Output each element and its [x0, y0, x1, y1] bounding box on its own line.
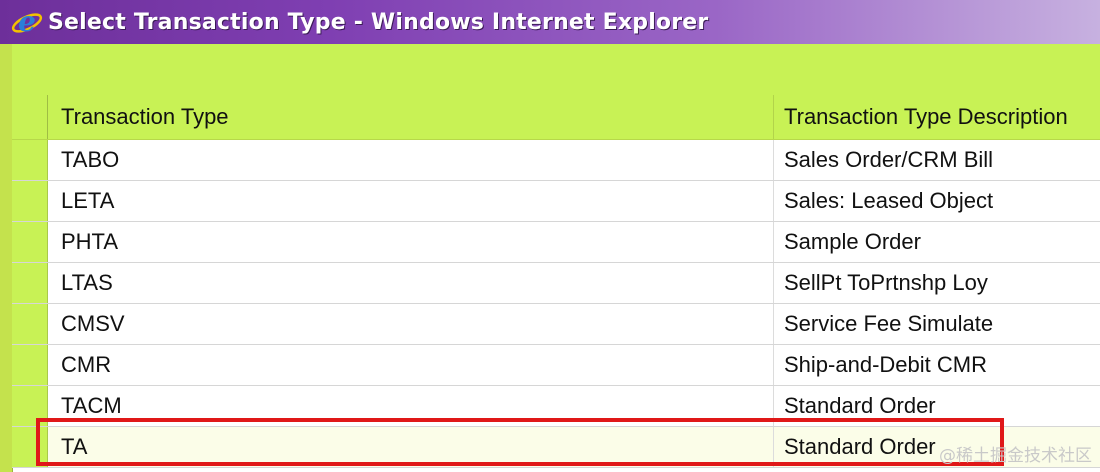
table-row[interactable]: CMSV Service Fee Simulate — [12, 304, 1100, 345]
transaction-type-cell[interactable]: TACM — [48, 386, 774, 426]
table-row[interactable]: CMR Ship-and-Debit CMR — [12, 345, 1100, 386]
row-selector[interactable] — [12, 386, 48, 426]
row-selector[interactable] — [12, 304, 48, 344]
table-header-row: Transaction Type Transaction Type Descri… — [12, 95, 1100, 140]
transaction-description-cell[interactable]: Ship-and-Debit CMR — [774, 345, 1100, 385]
transaction-description-cell[interactable]: Sample Order — [774, 222, 1100, 262]
column-header-transaction-type[interactable]: Transaction Type — [48, 95, 774, 139]
row-selector[interactable] — [12, 263, 48, 303]
row-selector[interactable] — [12, 345, 48, 385]
transaction-description-cell[interactable]: SellPt ToPrtnshp Loy — [774, 263, 1100, 303]
row-selector[interactable] — [12, 140, 48, 180]
transaction-type-cell[interactable]: LTAS — [48, 263, 774, 303]
row-selector[interactable] — [12, 222, 48, 262]
column-header-transaction-type-description[interactable]: Transaction Type Description — [774, 95, 1100, 139]
svg-text:e: e — [18, 6, 36, 38]
table-row[interactable]: TABO Sales Order/CRM Bill — [12, 140, 1100, 181]
transaction-description-cell[interactable]: Sales Order/CRM Bill — [774, 140, 1100, 180]
table-row-selected[interactable]: TA Standard Order — [12, 427, 1100, 468]
transaction-type-cell[interactable]: CMSV — [48, 304, 774, 344]
table-row[interactable]: PHTA Sample Order — [12, 222, 1100, 263]
table-row[interactable]: LTAS SellPt ToPrtnshp Loy — [12, 263, 1100, 304]
transaction-type-cell[interactable]: LETA — [48, 181, 774, 221]
toolbar-band — [12, 44, 1100, 95]
transaction-type-cell[interactable]: TA — [48, 427, 774, 467]
transaction-description-cell[interactable]: Standard Order — [774, 386, 1100, 426]
transaction-type-cell[interactable]: CMR — [48, 345, 774, 385]
header-select-all-cell[interactable] — [12, 95, 48, 139]
watermark: @稀土掘金技术社区 — [939, 446, 1092, 466]
window-title: Select Transaction Type - Windows Intern… — [48, 9, 709, 35]
transaction-type-table: Transaction Type Transaction Type Descri… — [12, 95, 1100, 468]
transaction-type-cell[interactable]: TABO — [48, 140, 774, 180]
transaction-type-cell[interactable]: PHTA — [48, 222, 774, 262]
transaction-description-cell[interactable]: Service Fee Simulate — [774, 304, 1100, 344]
internet-explorer-icon: e — [10, 5, 44, 39]
transaction-description-cell[interactable]: Sales: Leased Object — [774, 181, 1100, 221]
window-title-bar[interactable]: e Select Transaction Type - Windows Inte… — [0, 0, 1100, 44]
table-row[interactable]: TACM Standard Order — [12, 386, 1100, 427]
table-row[interactable]: LETA Sales: Leased Object — [12, 181, 1100, 222]
row-selector[interactable] — [12, 181, 48, 221]
row-selector[interactable] — [12, 427, 48, 467]
